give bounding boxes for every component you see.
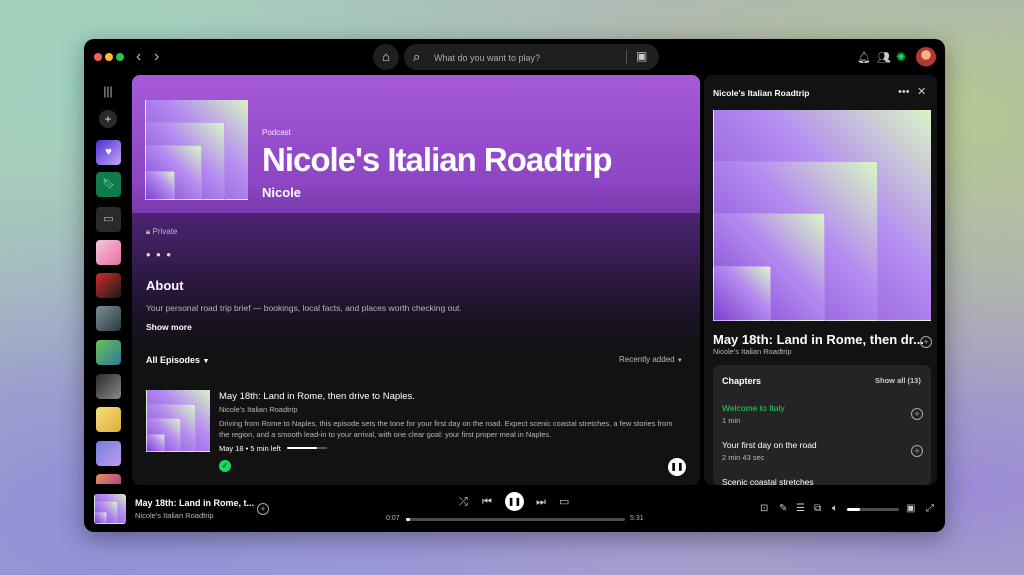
avatar[interactable] [916,47,936,67]
now-playing-episode-title[interactable]: May 18th: Land in Rome, then dr... [713,332,924,347]
chapter-item-name[interactable]: Scenic coastal stretches [722,477,814,485]
chapter-item-name[interactable]: Welcome to Italy [722,403,785,413]
now-playing-cover-art [713,110,931,321]
add-icon[interactable]: + [257,503,269,515]
player-track-title[interactable]: May 18th: Land in Rome, t... [135,498,254,508]
search-input[interactable] [432,48,616,68]
show-more-button[interactable]: Show more [146,322,192,332]
episode-progress-bar [287,447,327,449]
about-heading: About [146,278,184,293]
podcast-type-label: Podcast [262,128,291,137]
browse-icon[interactable]: ▣ [636,49,647,63]
home-icon: ⌂ [382,49,390,64]
mini-player-icon[interactable]: ▣ [906,504,915,514]
minimize-window-dot[interactable] [105,53,113,61]
search-bar[interactable]: ⌕ ▣ [404,44,659,70]
friends-icon[interactable]: 👥︎ [877,51,891,64]
queue-icon[interactable]: ☰ [796,504,805,514]
chapter-item-duration: 1 min [722,416,741,425]
chevron-down-icon: ▼ [676,358,683,364]
fullscreen-icon[interactable]: ⤢ [926,504,934,514]
library-item[interactable] [96,306,121,331]
downloaded-check-icon[interactable]: ✓ [219,460,231,472]
episode-title[interactable]: May 18th: Land in Rome, then drive to Na… [219,391,415,402]
now-playing-episode-show[interactable]: Nicole's Italian Roadtrip [713,347,792,356]
connect-device-icon[interactable]: ⧉ [814,504,821,514]
chevron-down-icon: ▼ [202,358,210,365]
close-icon[interactable]: ✕ [917,85,926,98]
hero-fade [132,213,700,353]
library-item[interactable] [96,273,121,298]
show-all-chapters-button[interactable]: Show all (13) [875,376,921,385]
maximize-window-dot[interactable] [116,53,124,61]
library-item[interactable] [96,441,121,466]
episode-show[interactable]: Nicole's Italian Roadtrip [219,405,298,414]
library-item[interactable] [96,407,121,432]
library-item-podcast[interactable]: 🔖︎ [96,172,121,197]
add-icon[interactable]: + [920,336,932,348]
repeat-icon[interactable]: ▭ [559,496,569,508]
library-icon[interactable]: ||| [96,80,120,102]
chapter-item-name[interactable]: Your first day on the road [722,440,817,450]
add-icon[interactable]: + [96,108,120,130]
back-arrow-icon[interactable]: ‹ [136,48,141,66]
more-options-icon[interactable]: ••• [898,86,910,98]
chapter-item-duration: 2 min 43 sec [722,453,765,462]
play-pause-button[interactable]: ❚❚ [505,492,524,511]
liked-songs-tile[interactable]: ♥ [96,140,121,165]
forward-arrow-icon[interactable]: › [154,48,159,66]
more-options-button[interactable]: • • • [146,247,172,262]
privacy-label: 🔒︎ Private [146,227,178,236]
now-playing-header: Nicole's Italian Roadtrip [713,88,810,98]
library-item[interactable] [96,374,121,399]
library-item[interactable] [96,240,121,265]
home-button[interactable]: ⌂ [373,44,399,70]
next-icon[interactable]: ⏭︎ [536,496,546,508]
seek-bar[interactable] [406,518,625,521]
shuffle-icon[interactable]: ⤮ [459,496,468,508]
search-icon: ⌕ [413,49,421,64]
microphone-icon[interactable]: ✎ [779,504,787,514]
pause-button[interactable]: ❚❚ [668,458,686,476]
player-track-show[interactable]: Nicole's Italian Roadtrip [135,511,214,520]
library-item[interactable] [96,340,121,365]
folder-icon[interactable]: ▭ [96,207,121,232]
bell-icon[interactable]: 🔔︎ [857,51,871,64]
spotify-logo-icon[interactable]: ✺ [896,50,906,64]
podcast-author[interactable]: Nicole [262,185,301,200]
now-playing-view-icon[interactable]: ⊡ [760,504,768,514]
elapsed-time: 0:07 [386,515,400,522]
episodes-filter-button[interactable]: All Episodes ▼ [146,355,209,365]
volume-slider[interactable] [847,508,899,511]
about-text: Your personal road trip brief — bookings… [146,303,462,313]
podcast-title: Nicole's Italian Roadtrip [262,141,613,178]
episode-meta: May 18 • 5 min left [219,444,281,453]
podcast-cover-art [145,100,248,200]
episode-description: Driving from Rome to Naples, this episod… [219,419,673,439]
previous-icon[interactable]: ⏮︎ [482,496,492,508]
total-time: 5:31 [630,515,644,522]
library-item[interactable] [96,474,121,484]
search-divider [626,50,627,64]
volume-icon[interactable]: 🔈︎ [832,504,838,514]
close-window-dot[interactable] [94,53,102,61]
episode-cover-art[interactable] [146,390,210,452]
now-playing-thumbnail[interactable] [94,494,126,524]
add-chapter-icon[interactable]: + [911,408,923,420]
chapters-heading: Chapters [722,376,762,386]
sort-button[interactable]: Recently added ▼ [619,355,683,364]
add-chapter-icon[interactable]: + [911,445,923,457]
